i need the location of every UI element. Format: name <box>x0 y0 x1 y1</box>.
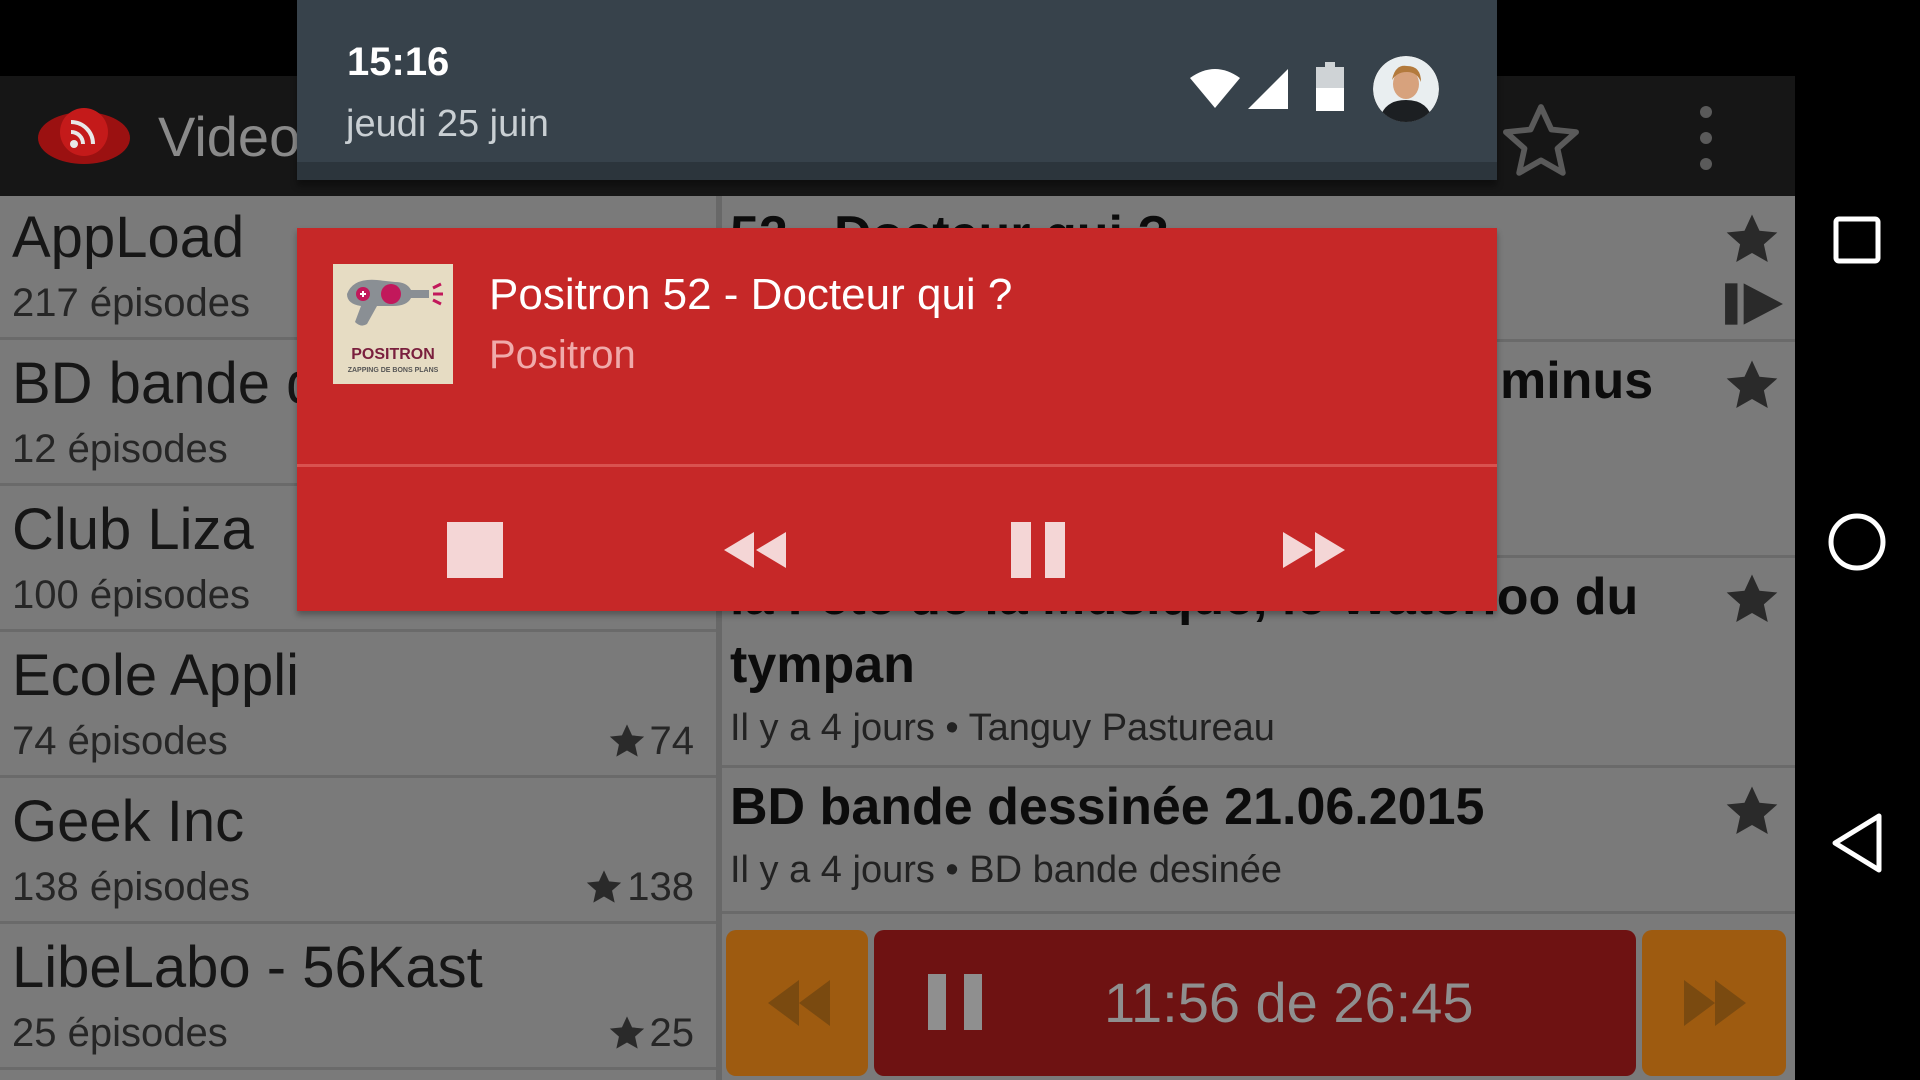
feed-row[interactable]: Ecole Appli 74 épisodes 74 <box>0 634 716 778</box>
play-from-position-icon[interactable] <box>1723 278 1785 330</box>
feed-title: LibeLabo - 56Kast <box>12 935 483 1000</box>
episode-meta: Il y a 4 jours • BD bande desinée <box>730 849 1282 891</box>
back-icon[interactable] <box>1829 812 1885 874</box>
feed-episode-count: 100 épisodes <box>12 573 250 617</box>
star-icon <box>587 870 622 903</box>
starred-count-value: 138 <box>627 865 694 909</box>
notification-divider <box>297 464 1497 467</box>
fast-forward-icon <box>1283 532 1345 568</box>
star-icon <box>609 724 644 757</box>
episode-title-line2: tympan <box>730 636 915 694</box>
play-pause-button[interactable]: 11:56 de 26:45 <box>874 930 1636 1076</box>
stop-button[interactable] <box>401 498 541 598</box>
feed-episode-count: 74 épisodes <box>12 719 228 763</box>
clock: 15:16 <box>347 40 450 84</box>
feed-title: Ecole Appli <box>12 643 299 708</box>
starred-count-value: 25 <box>649 1011 695 1055</box>
notification-shade-header: 15:16 jeudi 25 juin <box>297 0 1497 180</box>
feed-title: Club Liza <box>12 497 254 562</box>
app-logo-icon[interactable] <box>36 100 132 170</box>
user-photo-icon <box>1373 56 1439 122</box>
star-icon <box>609 1016 644 1049</box>
feed-episode-count: 25 épisodes <box>12 1011 228 1055</box>
episode-meta: Il y a 4 jours • Tanguy Pastureau <box>730 707 1275 749</box>
battery-icon <box>1316 62 1344 111</box>
episode-title: BD bande dessinée 21.06.2015 <box>730 778 1485 836</box>
rewind-icon <box>768 980 830 1026</box>
artwork-tagline: ZAPPING DE BONS PLANS <box>347 367 439 374</box>
star-icon[interactable] <box>1721 568 1783 630</box>
user-avatar[interactable] <box>1373 56 1439 122</box>
fast-forward-icon <box>1684 980 1746 1026</box>
starred-count: 138 <box>583 862 694 912</box>
date[interactable]: jeudi 25 juin <box>346 100 549 148</box>
app-title: Video <box>158 105 301 168</box>
feed-row[interactable]: LibeLabo - 56Kast 25 épisodes 25 <box>0 926 716 1070</box>
artwork-label: POSITRON <box>351 346 435 363</box>
notification-title: Positron 52 - Docteur qui ? <box>489 270 1013 319</box>
feed-episode-count: 217 épisodes <box>12 281 250 325</box>
starred-count: 25 <box>606 1008 695 1058</box>
starred-count: 74 <box>606 716 695 766</box>
feed-episode-count: 12 épisodes <box>12 427 228 471</box>
cell-signal-icon <box>1248 69 1288 109</box>
pause-icon <box>1011 522 1065 578</box>
star-icon[interactable] <box>1721 780 1783 842</box>
stop-icon <box>447 522 503 578</box>
episode-row[interactable]: BD bande dessinée 21.06.2015 Il y a 4 jo… <box>722 768 1795 914</box>
feed-title: Geek Inc <box>12 789 245 854</box>
fast-forward-button[interactable] <box>1243 498 1383 598</box>
fast-forward-button[interactable] <box>1642 930 1786 1076</box>
home-icon[interactable] <box>1827 512 1887 572</box>
rewind-button[interactable] <box>682 498 822 598</box>
star-icon[interactable] <box>1721 208 1783 270</box>
pause-icon <box>928 974 982 1030</box>
player-bar: 11:56 de 26:45 <box>722 924 1795 1080</box>
rewind-button[interactable] <box>726 930 868 1076</box>
wifi-icon <box>1190 69 1240 108</box>
playback-position: 11:56 de 26:45 <box>1104 971 1474 1034</box>
navigation-bar <box>1795 0 1920 1080</box>
favorites-star-icon[interactable] <box>1498 98 1584 184</box>
rewind-icon <box>724 532 786 568</box>
recents-icon[interactable] <box>1833 216 1881 264</box>
overflow-menu-icon[interactable] <box>1688 102 1724 174</box>
podcast-artwork: POSITRON ZAPPING DE BONS PLANS <box>333 264 453 384</box>
media-notification[interactable]: POSITRON ZAPPING DE BONS PLANS Positron … <box>297 228 1497 611</box>
ray-gun-icon <box>347 279 443 326</box>
feed-title: AppLoad <box>12 205 245 270</box>
starred-count-value: 74 <box>649 719 695 763</box>
star-icon[interactable] <box>1721 354 1783 416</box>
feed-row[interactable]: Geek Inc 138 épisodes 138 <box>0 780 716 924</box>
pause-button[interactable] <box>965 498 1105 598</box>
notification-subtitle: Positron <box>489 333 636 377</box>
feed-episode-count: 138 épisodes <box>12 865 250 909</box>
